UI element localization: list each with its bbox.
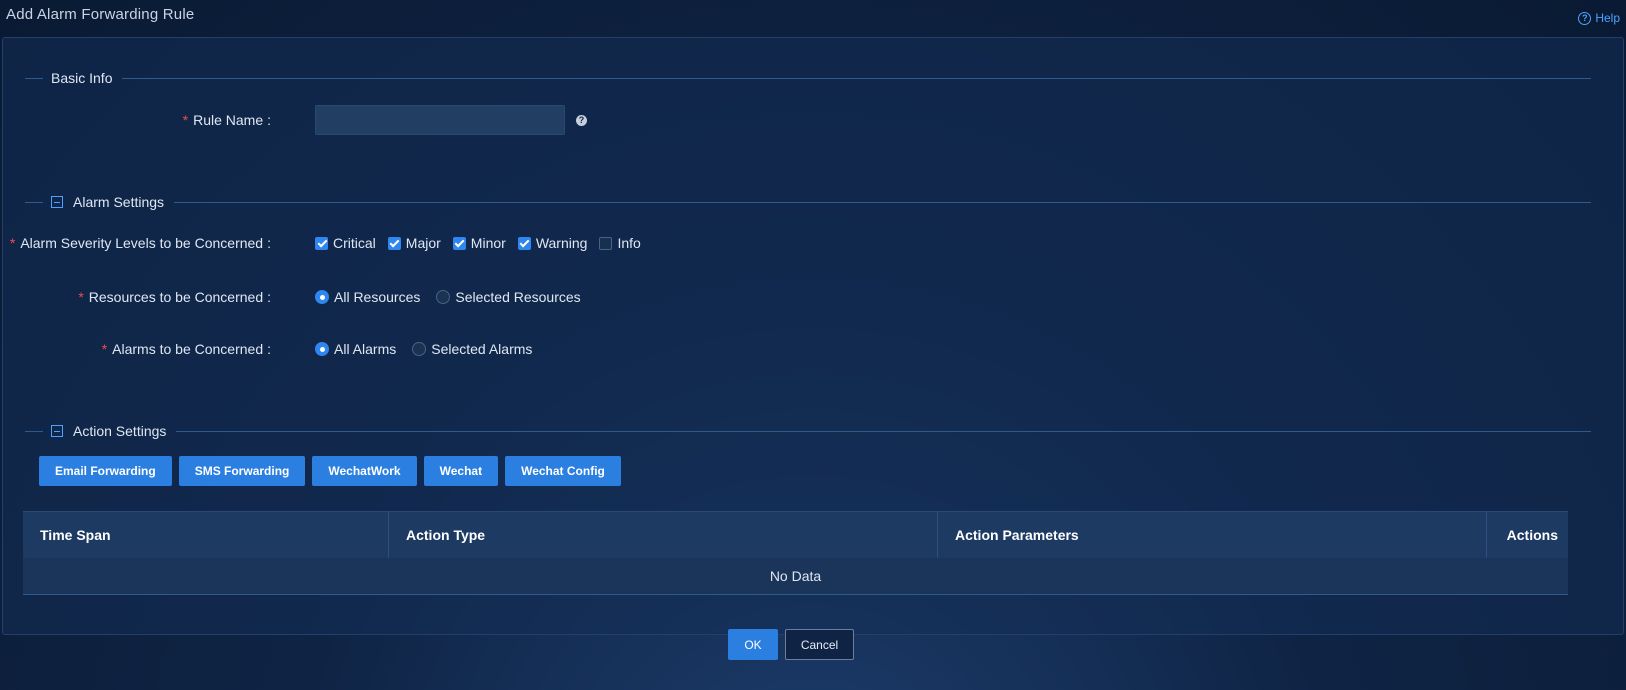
required-mark: *: [101, 341, 108, 357]
resources-label-text: Resources to be Concerned: [88, 289, 264, 305]
section-title-action-settings: Action Settings: [73, 423, 167, 439]
section-action-settings: Action Settings: [25, 421, 1591, 441]
table-header: Time Span Action Type Action Parameters …: [23, 511, 1568, 558]
alarms-label-text: Alarms to be Concerned: [112, 341, 264, 357]
table-empty-state: No Data: [23, 558, 1568, 595]
checkbox[interactable]: [387, 236, 401, 250]
checkbox[interactable]: [599, 236, 613, 250]
ok-button[interactable]: OK: [728, 629, 778, 660]
form-panel: Basic Info * Rule Name: ? Alarm Settings …: [2, 37, 1624, 635]
alarms-option-all-alarms[interactable]: All Alarms: [315, 341, 396, 357]
severity-option-info[interactable]: Info: [599, 235, 641, 251]
resources-row: * Resources to be Concerned: All Resource…: [3, 282, 597, 312]
divider: [25, 430, 43, 432]
sms-forwarding-button[interactable]: SMS Forwarding: [178, 456, 306, 486]
alarms-label: * Alarms to be Concerned:: [3, 341, 315, 357]
question-hint-icon[interactable]: ?: [576, 114, 587, 126]
label-colon: :: [267, 289, 271, 305]
radio-label: All Resources: [334, 289, 421, 305]
action-button-bar: Email Forwarding SMS Forwarding WechatWo…: [39, 456, 621, 486]
resources-radio-group: All Resources Selected Resources: [315, 289, 597, 305]
rule-name-label: * Rule Name:: [3, 112, 315, 128]
checkbox-label: Info: [617, 235, 641, 251]
column-header-time-span: Time Span: [23, 512, 389, 558]
checkbox-label: Warning: [535, 235, 588, 251]
severity-label: * Alarm Severity Levels to be Concerned:: [3, 235, 315, 251]
email-forwarding-button[interactable]: Email Forwarding: [39, 456, 172, 486]
divider: [176, 430, 1591, 432]
wechatwork-button[interactable]: WechatWork: [312, 456, 417, 486]
severity-option-minor[interactable]: Minor: [452, 235, 506, 251]
section-alarm-settings: Alarm Settings: [25, 192, 1591, 212]
resources-option-all-resources[interactable]: All Resources: [315, 289, 420, 305]
severity-option-major[interactable]: Major: [387, 235, 441, 251]
required-mark: *: [78, 289, 84, 305]
severity-option-critical[interactable]: Critical: [315, 235, 376, 251]
radio-button[interactable]: [315, 342, 329, 356]
checkbox[interactable]: [517, 236, 531, 250]
checkbox[interactable]: [452, 236, 466, 250]
rule-name-row: * Rule Name: ?: [3, 105, 587, 135]
checkbox-label: Major: [405, 235, 441, 251]
actions-table: Time Span Action Type Action Parameters …: [23, 511, 1568, 595]
divider: [25, 201, 43, 203]
help-link[interactable]: ? Help: [1578, 11, 1620, 25]
wechat-button[interactable]: Wechat: [423, 456, 499, 486]
section-basic-info: Basic Info: [25, 68, 1591, 88]
checkbox-label: Minor: [470, 235, 506, 251]
divider: [122, 77, 1591, 79]
column-header-action-parameters: Action Parameters: [938, 512, 1487, 558]
alarms-row: * Alarms to be Concerned: All Alarms Selec…: [3, 334, 548, 364]
collapse-icon[interactable]: [51, 196, 63, 208]
collapse-icon[interactable]: [51, 425, 63, 437]
alarms-option-selected-alarms[interactable]: Selected Alarms: [412, 341, 532, 357]
divider: [25, 77, 43, 79]
checkbox-label: Critical: [333, 235, 376, 251]
help-label: Help: [1595, 11, 1620, 25]
radio-button[interactable]: [436, 290, 451, 304]
resources-label: * Resources to be Concerned:: [3, 289, 315, 305]
label-colon: :: [267, 112, 271, 128]
radio-button[interactable]: [412, 342, 427, 356]
section-title-alarm-settings: Alarm Settings: [73, 194, 165, 210]
column-header-action-type: Action Type: [389, 512, 938, 558]
radio-button[interactable]: [315, 290, 329, 304]
label-colon: :: [267, 235, 271, 251]
dialog-footer: OK Cancel: [728, 629, 854, 660]
severity-option-warning[interactable]: Warning: [517, 235, 588, 251]
cancel-button[interactable]: Cancel: [785, 629, 854, 660]
divider: [174, 201, 1591, 203]
radio-label: Selected Resources: [455, 289, 581, 305]
rule-name-label-text: Rule Name: [193, 112, 264, 128]
required-mark: *: [9, 235, 16, 251]
wechat-config-button[interactable]: Wechat Config: [505, 456, 621, 486]
alarms-radio-group: All Alarms Selected Alarms: [315, 341, 548, 357]
page-title: Add Alarm Forwarding Rule: [6, 6, 195, 23]
severity-row: * Alarm Severity Levels to be Concerned: …: [3, 228, 653, 258]
radio-label: All Alarms: [334, 341, 397, 357]
question-circle-icon: ?: [1578, 11, 1592, 25]
resources-option-selected-resources[interactable]: Selected Resources: [436, 289, 581, 305]
label-colon: :: [267, 341, 271, 357]
column-header-actions: Actions: [1506, 527, 1558, 543]
checkbox[interactable]: [315, 236, 328, 250]
severity-label-text: Alarm Severity Levels to be Concerned: [20, 235, 264, 251]
required-mark: *: [182, 112, 189, 128]
section-title-basic-info: Basic Info: [51, 70, 113, 86]
severity-checkbox-group: Critical Major Minor Warning Info: [315, 235, 653, 251]
rule-name-input[interactable]: [315, 105, 565, 135]
radio-label: Selected Alarms: [431, 341, 533, 357]
